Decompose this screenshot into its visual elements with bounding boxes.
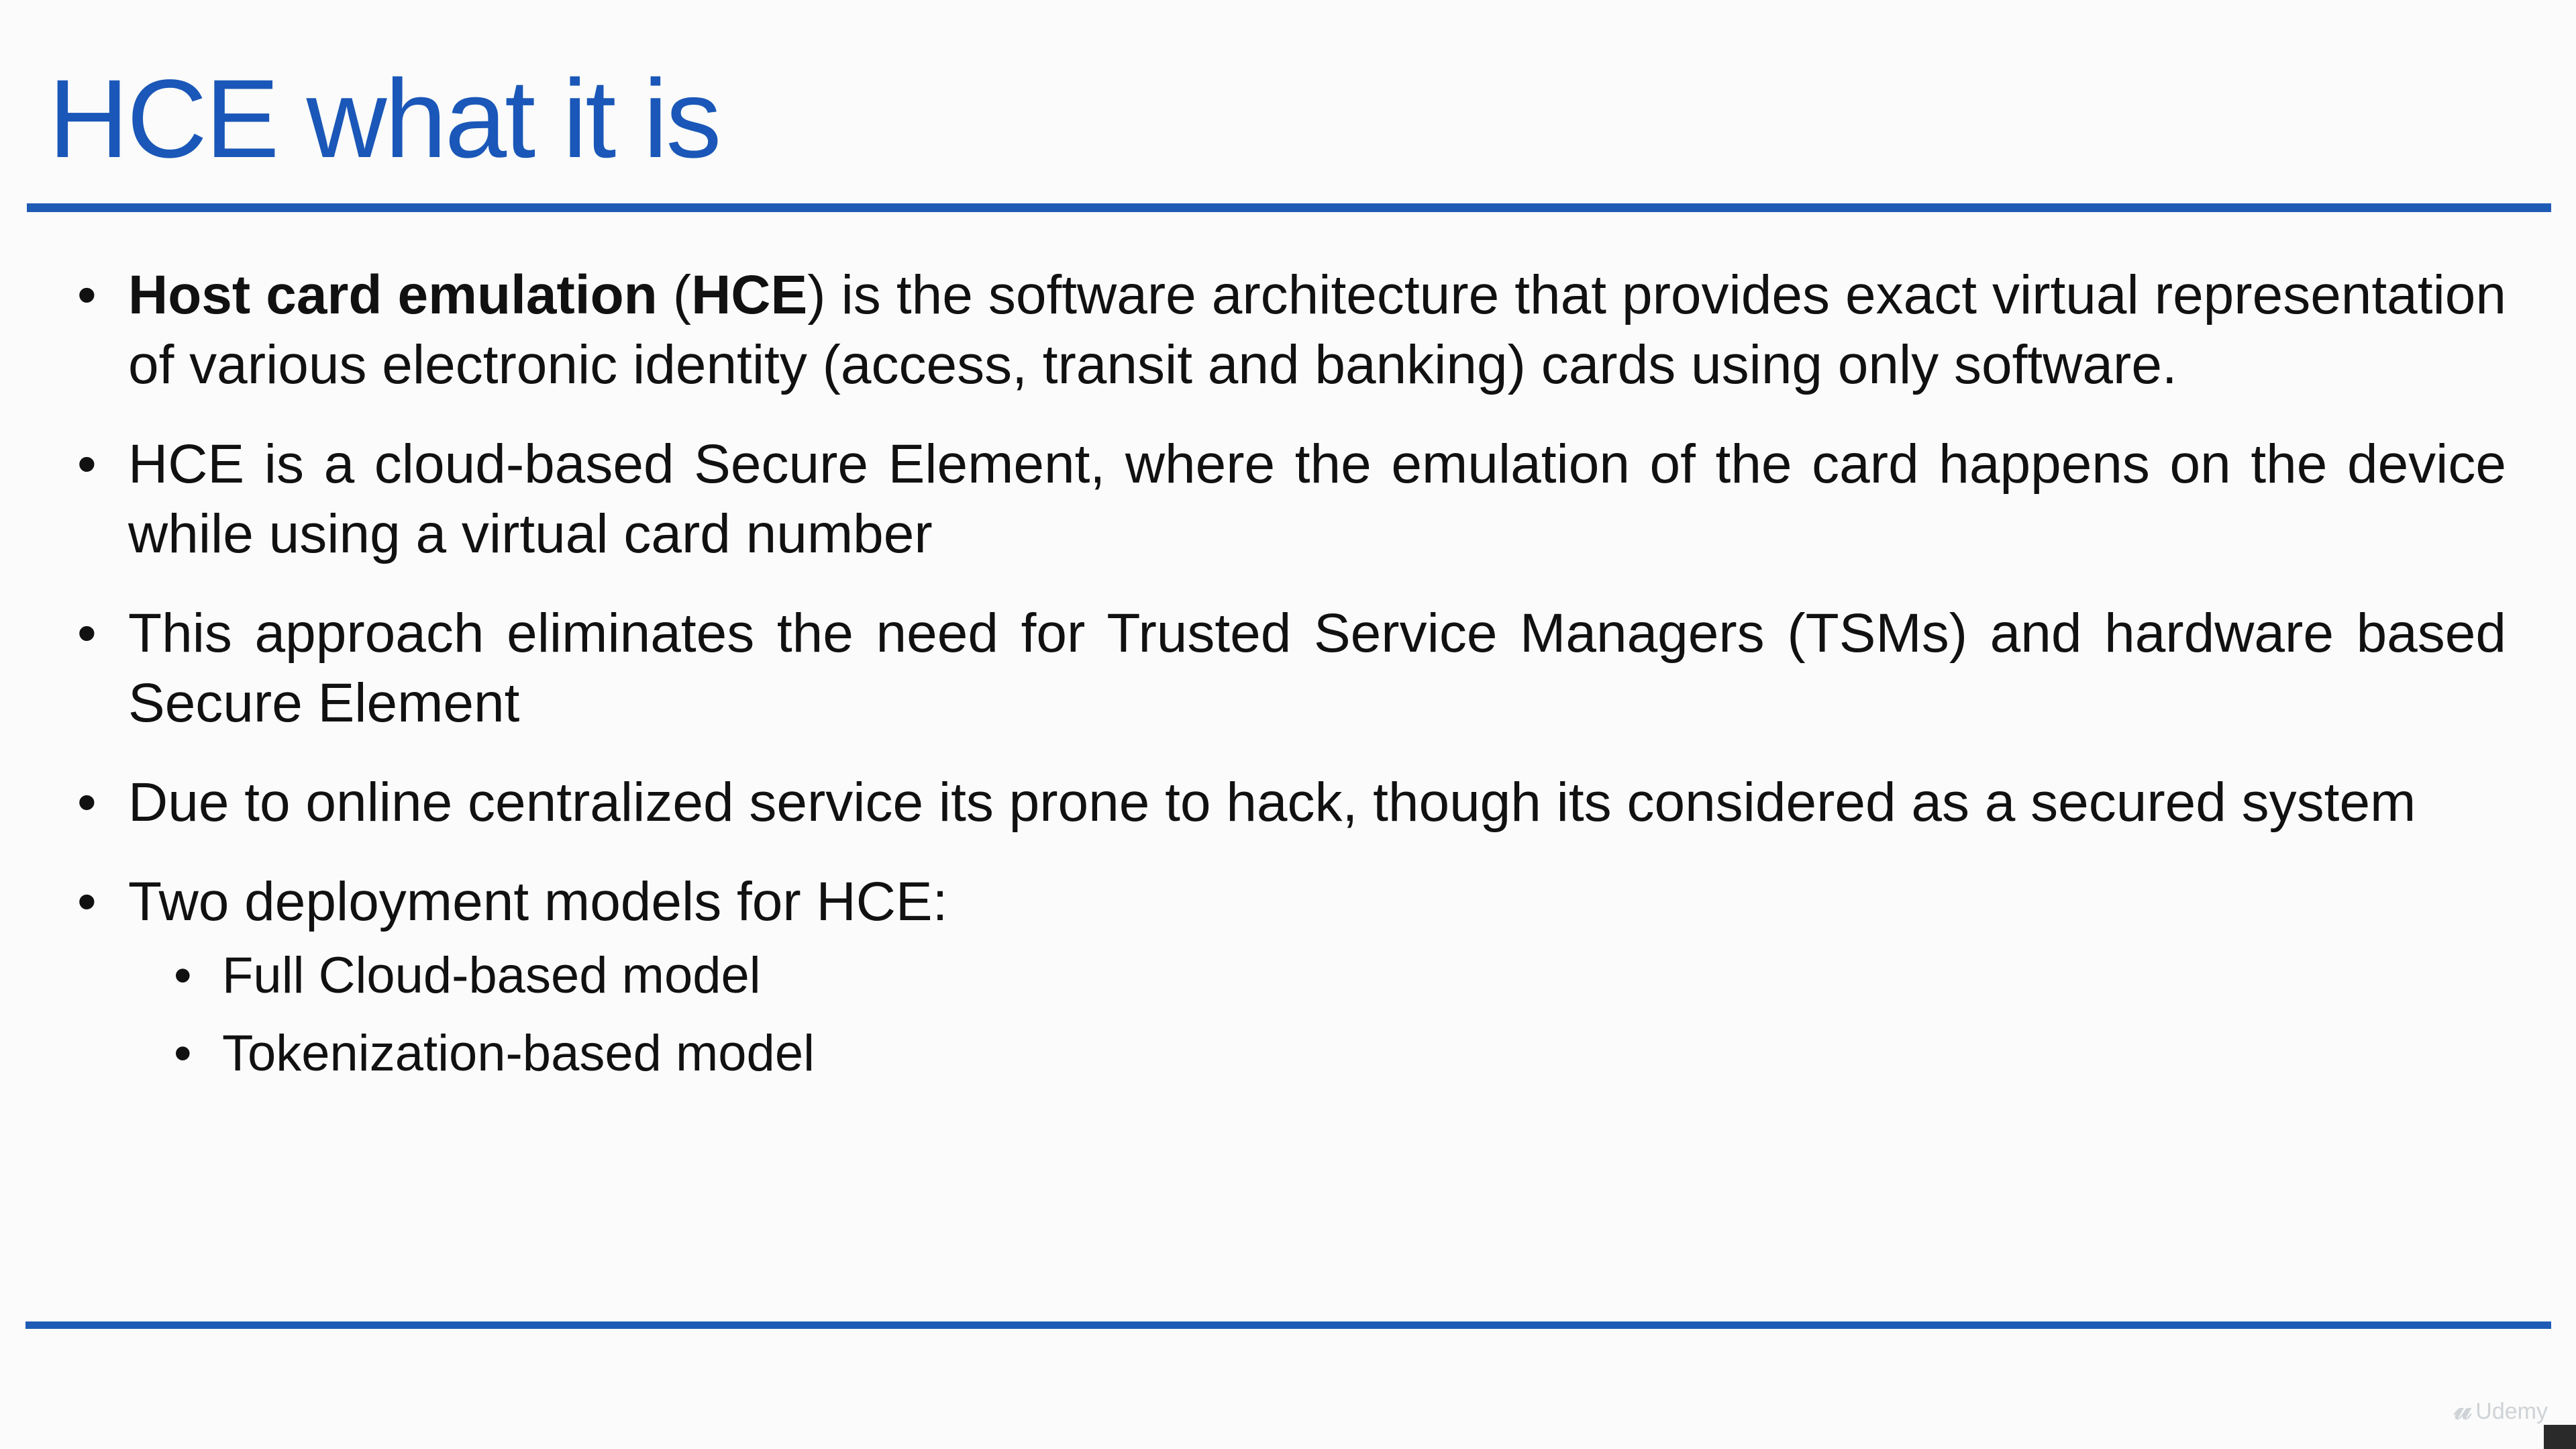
bullet-text: HCE is a cloud-based Secure Element, whe… (128, 434, 2506, 564)
watermark: 𝓊 Udemy (2454, 1390, 2548, 1428)
watermark-text: Udemy (2475, 1399, 2548, 1424)
bullet-item: This approach eliminates the need for Tr… (77, 599, 2506, 738)
bullet-abbreviation: HCE (691, 264, 808, 326)
bullet-term: Host card emulation (128, 264, 658, 326)
bullet-text: Due to online centralized service its pr… (128, 772, 2416, 833)
udemy-logo-icon: 𝓊 (2454, 1391, 2472, 1426)
corner-overlay (2544, 1425, 2576, 1449)
bullet-item: Two deployment models for HCE: Full Clou… (77, 867, 2506, 1089)
bullet-text: Two deployment models for HCE: (128, 871, 948, 932)
slide: HCE what it is Host card emulation (HCE)… (0, 0, 2576, 1449)
bullet-text: This approach eliminates the need for Tr… (128, 603, 2506, 734)
sub-bullet-item: Full Cloud-based model (174, 941, 2506, 1011)
bullet-open-paren: ( (657, 264, 692, 326)
bullet-item: Host card emulation (HCE) is the softwar… (77, 260, 2506, 400)
sub-bullet-item: Tokenization-based model (174, 1019, 2506, 1089)
bullet-item: HCE is a cloud-based Secure Element, whe… (77, 430, 2506, 569)
bullet-text: Host card emulation (HCE) is the softwar… (128, 264, 2506, 395)
sub-bullet-list: Full Cloud-based model Tokenization-base… (128, 941, 2506, 1089)
slide-title: HCE what it is (48, 57, 721, 181)
bullet-list: Host card emulation (HCE) is the softwar… (77, 260, 2506, 1118)
footer-divider (25, 1321, 2551, 1329)
bullet-item: Due to online centralized service its pr… (77, 768, 2506, 838)
title-divider (27, 203, 2551, 212)
